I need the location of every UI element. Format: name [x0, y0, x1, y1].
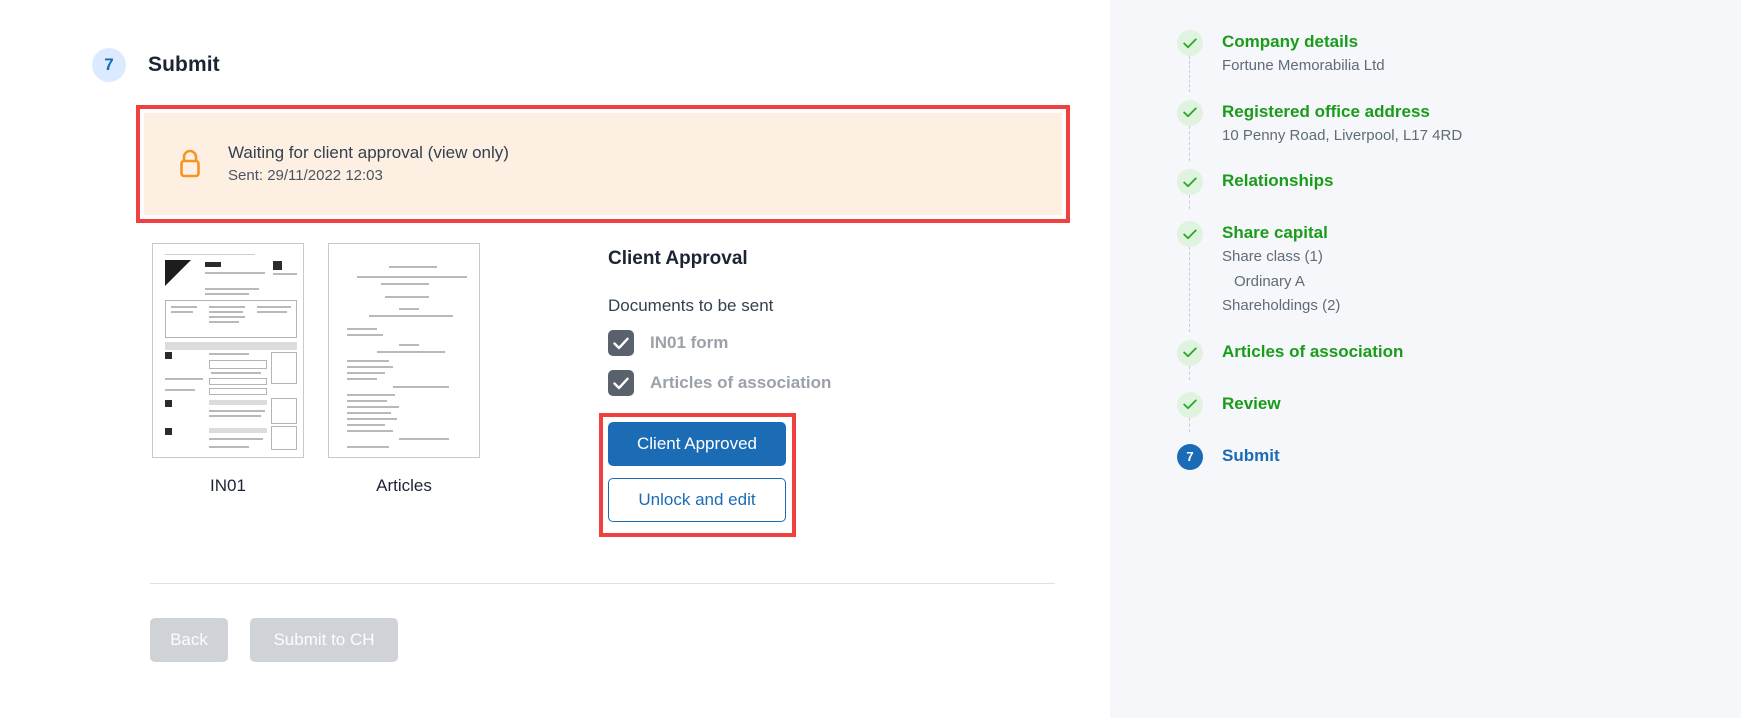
- step-connector: [1189, 366, 1190, 380]
- footer-buttons: Back Submit to CH: [150, 618, 398, 662]
- client-approval-section: Client Approval Documents to be sent IN0…: [608, 248, 831, 396]
- sidebar-item-relationships[interactable]: Relationships: [1177, 169, 1462, 221]
- progress-steps: Company details Fortune Memorabilia Ltd …: [1177, 30, 1462, 478]
- checkbox-row-articles[interactable]: Articles of association: [608, 370, 831, 396]
- marker-column: 7: [1177, 444, 1203, 470]
- progress-sidebar: Company details Fortune Memorabilia Ltd …: [1110, 0, 1741, 718]
- document-thumbnails: IN01: [152, 243, 480, 496]
- page-title: Submit: [148, 53, 220, 77]
- unlock-and-edit-button[interactable]: Unlock and edit: [608, 478, 786, 522]
- step-label: Submit: [1222, 445, 1280, 467]
- step-header: 7 Submit: [92, 48, 220, 82]
- step-body: Registered office address 10 Penny Road,…: [1222, 100, 1462, 148]
- sidebar-item-review[interactable]: Review: [1177, 392, 1462, 444]
- step-label: Company details: [1222, 31, 1385, 53]
- check-icon: [1177, 100, 1203, 126]
- in01-thumbnail[interactable]: [152, 243, 304, 458]
- checkbox-label-articles: Articles of association: [650, 373, 831, 393]
- sidebar-item-articles-of-association[interactable]: Articles of association: [1177, 340, 1462, 392]
- checkbox-label-in01: IN01 form: [650, 333, 728, 353]
- step-label: Share capital: [1222, 222, 1340, 244]
- in01-caption: IN01: [210, 476, 246, 496]
- marker-column: [1177, 169, 1203, 195]
- step-body: Submit: [1222, 444, 1280, 470]
- document-in01[interactable]: IN01: [152, 243, 304, 496]
- documents-to-be-sent-label: Documents to be sent: [608, 296, 831, 316]
- checkbox-row-in01[interactable]: IN01 form: [608, 330, 831, 356]
- step-body: Share capital Share class (1) Ordinary A…: [1222, 221, 1340, 318]
- waiting-approval-alert: Waiting for client approval (view only) …: [144, 113, 1062, 215]
- step-connector: [1189, 56, 1190, 92]
- client-approval-title: Client Approval: [608, 248, 831, 270]
- client-approved-button[interactable]: Client Approved: [608, 422, 786, 466]
- alert-title: Waiting for client approval (view only): [228, 143, 509, 163]
- check-icon: [1177, 221, 1203, 247]
- marker-column: [1177, 340, 1203, 366]
- document-articles[interactable]: Articles: [328, 243, 480, 496]
- step-label: Review: [1222, 393, 1281, 415]
- marker-column: [1177, 221, 1203, 318]
- step-subline: 10 Penny Road, Liverpool, L17 4RD: [1222, 125, 1462, 148]
- checkbox-checked-icon[interactable]: [608, 330, 634, 356]
- back-button[interactable]: Back: [150, 618, 228, 662]
- step-body: Company details Fortune Memorabilia Ltd: [1222, 30, 1385, 78]
- sidebar-item-company-details[interactable]: Company details Fortune Memorabilia Ltd: [1177, 30, 1462, 100]
- step-body: Relationships: [1222, 169, 1333, 195]
- step-number-badge: 7: [92, 48, 126, 82]
- sidebar-item-submit[interactable]: 7 Submit: [1177, 444, 1462, 478]
- footer-divider: [150, 583, 1055, 584]
- step-connector: [1189, 126, 1190, 162]
- marker-column: [1177, 30, 1203, 78]
- step-label: Articles of association: [1222, 341, 1403, 363]
- step-subline-share-class: Share class (1): [1222, 246, 1340, 269]
- step-connector: [1189, 247, 1190, 332]
- sidebar-item-registered-office-address[interactable]: Registered office address 10 Penny Road,…: [1177, 100, 1462, 170]
- step-connector: [1189, 418, 1190, 432]
- check-icon: [1177, 392, 1203, 418]
- step-body: Articles of association: [1222, 340, 1403, 366]
- step-subline-share-class-name: Ordinary A: [1222, 271, 1340, 294]
- articles-caption: Articles: [376, 476, 432, 496]
- sidebar-item-share-capital[interactable]: Share capital Share class (1) Ordinary A…: [1177, 221, 1462, 340]
- approval-buttons: Client Approved Unlock and edit: [608, 422, 786, 522]
- submit-to-ch-button[interactable]: Submit to CH: [250, 618, 398, 662]
- check-icon: [1177, 169, 1203, 195]
- check-icon: [1177, 30, 1203, 56]
- marker-column: [1177, 100, 1203, 148]
- step-subline: Fortune Memorabilia Ltd: [1222, 55, 1385, 78]
- step-label: Registered office address: [1222, 101, 1462, 123]
- step-body: Review: [1222, 392, 1281, 418]
- step-subline-shareholdings: Shareholdings (2): [1222, 295, 1340, 318]
- step-label: Relationships: [1222, 170, 1333, 192]
- main-content: 7 Submit Waiting for client approval (vi…: [0, 0, 1110, 718]
- alert-sent-timestamp: Sent: 29/11/2022 12:03: [228, 167, 509, 185]
- page-root: 7 Submit Waiting for client approval (vi…: [0, 0, 1741, 718]
- lock-icon: [176, 148, 204, 180]
- articles-thumbnail[interactable]: [328, 243, 480, 458]
- checkbox-checked-icon[interactable]: [608, 370, 634, 396]
- step-number-badge-active: 7: [1177, 444, 1203, 470]
- step-connector: [1189, 195, 1190, 209]
- marker-column: [1177, 392, 1203, 418]
- check-icon: [1177, 340, 1203, 366]
